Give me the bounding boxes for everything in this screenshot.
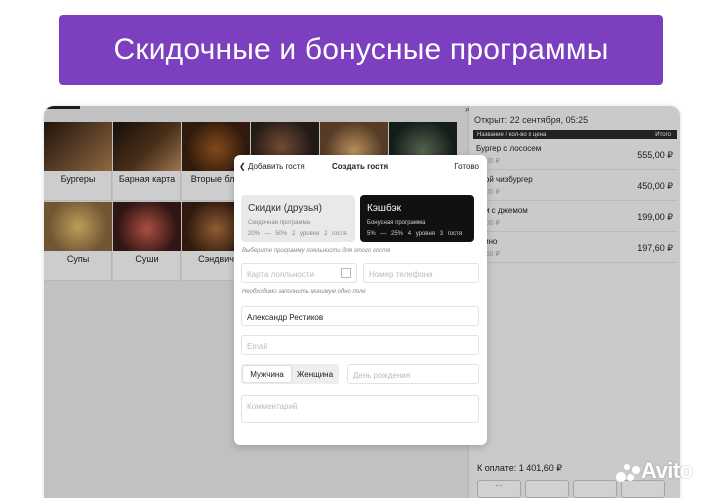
comment-placeholder: Комментарий <box>247 402 298 411</box>
email-placeholder: Email <box>247 342 268 351</box>
avito-logo-icon <box>615 461 641 483</box>
back-button[interactable]: ❮ Добавить гостя <box>239 162 305 171</box>
program-levels: 2 уровня <box>292 231 320 237</box>
banner-title: Скидочные и бонусные программы <box>113 33 609 66</box>
screenshot: Скидочные и бонусные программы Бургеры Б… <box>0 0 720 498</box>
program-type: Скидочная программа <box>248 220 311 226</box>
avito-watermark: Avito <box>615 458 693 484</box>
modal-title: Создать гостя <box>332 162 389 171</box>
title-banner: Скидочные и бонусные программы <box>59 15 663 85</box>
program-details: 5% — 25% 4 уровня 3 гостя <box>367 231 462 237</box>
gender-female-option[interactable]: Женщина <box>291 366 339 382</box>
program-levels: 4 уровня <box>407 231 436 237</box>
birthday-input[interactable]: День рождения <box>347 364 479 384</box>
pos-tablet: Бургеры Барная карта Вторые блю Супы Суш… <box>44 106 680 498</box>
program-title: Скидки (друзья) <box>248 203 322 214</box>
create-guest-modal: ❮ Добавить гостя Создать гостя Готово Ск… <box>234 155 487 445</box>
chevron-left-icon: ❮ <box>239 162 246 171</box>
gender-male-option[interactable]: Мужчина <box>243 366 291 382</box>
fields-hint: Необходимо заполнить минимум одно поле <box>242 289 366 295</box>
back-label: Добавить гостя <box>247 162 305 171</box>
comment-input[interactable]: Комментарий <box>241 395 479 423</box>
guest-name-value: Александр Рестиков <box>247 313 324 322</box>
gender-selector: Мужчина Женщина <box>241 364 339 384</box>
program-hint: Выберите программу лояльности для этого … <box>242 248 391 254</box>
program-range: 5% — 25% <box>367 231 404 237</box>
program-range: 20% — 50% <box>248 231 288 237</box>
phone-placeholder: Номер телефона <box>369 270 433 279</box>
program-title: Кэшбэк <box>367 203 402 214</box>
loyalty-card-placeholder: Карта лояльности <box>247 270 315 279</box>
program-details: 20% — 50% 2 уровня 2 гостя <box>248 231 346 237</box>
loyalty-card-input[interactable]: Карта лояльности <box>241 263 357 283</box>
program-card-discount[interactable]: Скидки (друзья) Скидочная программа 20% … <box>241 195 355 242</box>
email-input[interactable]: Email <box>241 335 479 355</box>
program-card-cashback[interactable]: Кэшбэк Бонусная программа 5% — 25% 4 уро… <box>360 195 474 242</box>
program-guests: 3 гостя <box>439 231 463 237</box>
guest-name-input[interactable]: Александр Рестиков <box>241 306 479 326</box>
program-guests: 2 гостя <box>324 231 347 237</box>
phone-input[interactable]: Номер телефона <box>363 263 479 283</box>
done-button[interactable]: Готово <box>454 162 479 171</box>
watermark-text: Avito <box>641 458 693 483</box>
birthday-placeholder: День рождения <box>353 371 411 380</box>
program-type: Бонусная программа <box>367 220 426 226</box>
qr-scan-icon[interactable] <box>341 268 351 278</box>
